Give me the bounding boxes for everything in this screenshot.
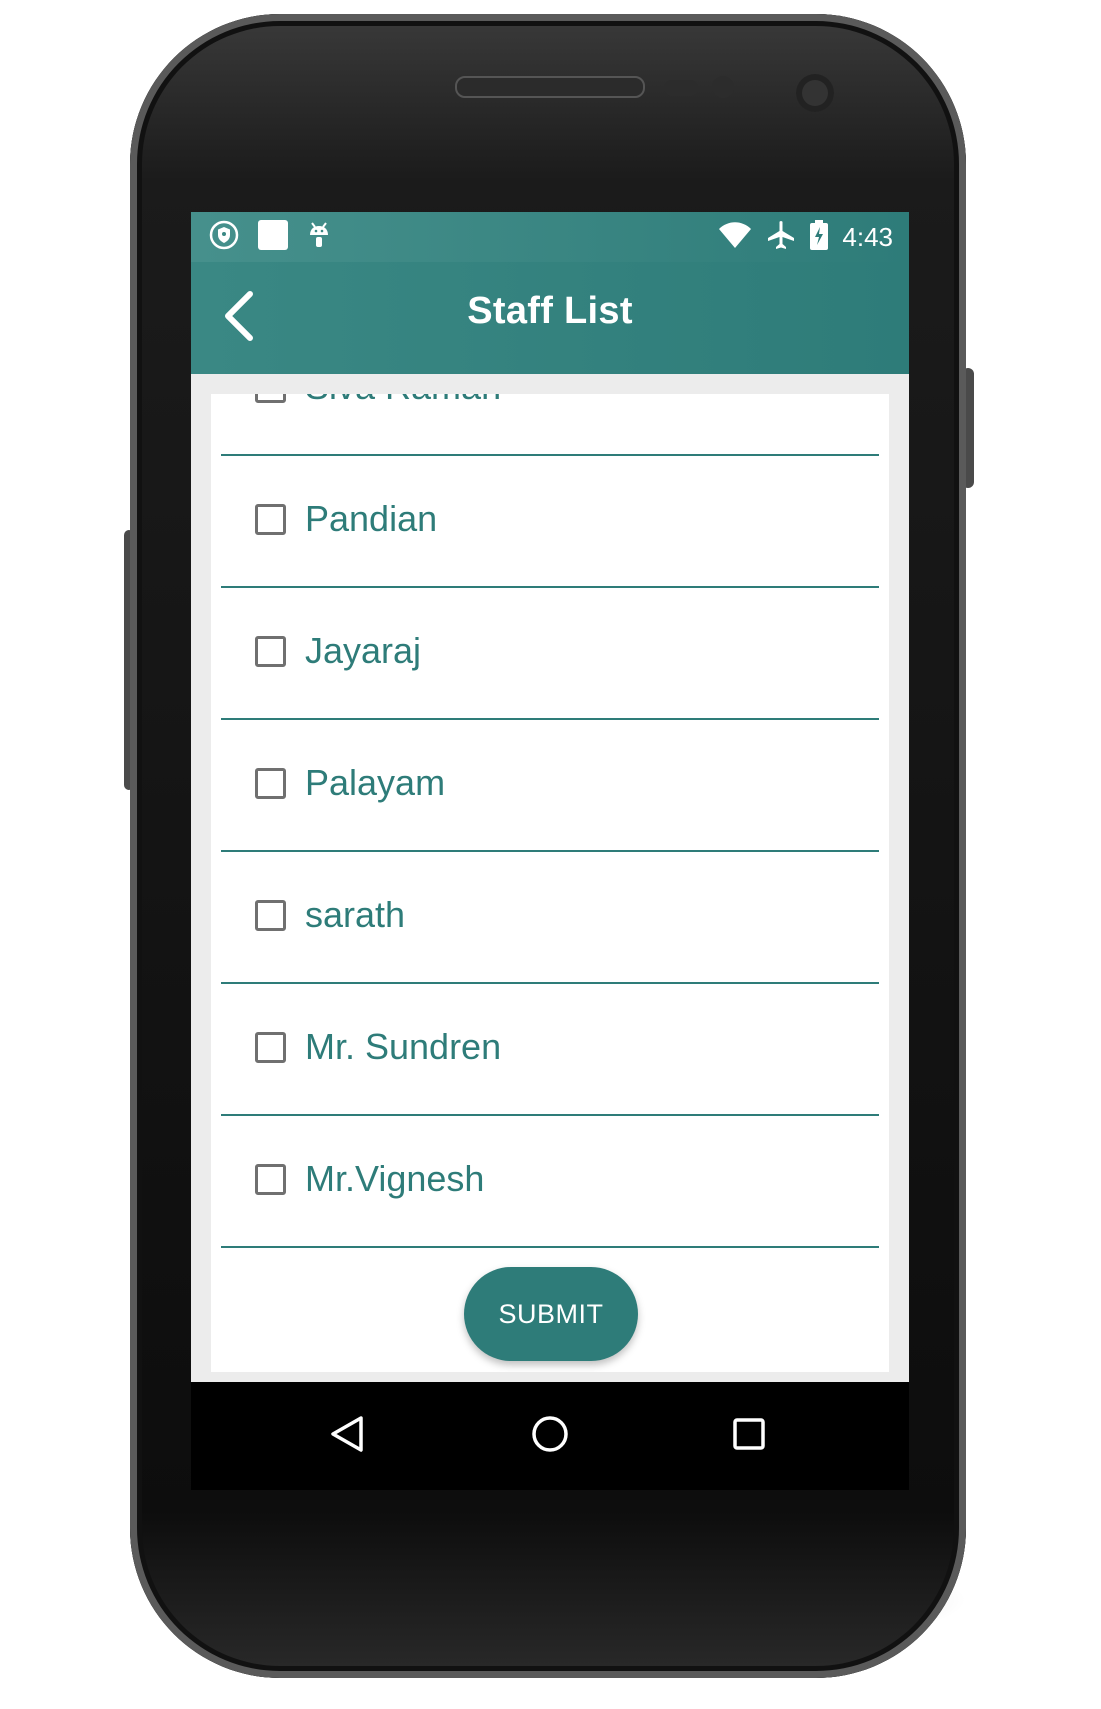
triangle-back-icon (329, 1414, 365, 1459)
light-sensor (712, 76, 734, 98)
status-time: 4:43 (842, 221, 893, 252)
staff-name: Pandian (305, 498, 438, 539)
submit-button[interactable]: SUBMIT (464, 1267, 638, 1361)
front-camera (796, 74, 834, 112)
staff-checkbox[interactable] (255, 504, 286, 535)
staff-checkbox[interactable] (255, 768, 286, 799)
wifi-icon (718, 221, 752, 254)
staff-name: Mr.Vignesh (305, 1158, 485, 1199)
proximity-sensor (664, 80, 698, 96)
staff-list-card: Siva Raman Pandian Jayaraj Palayam sarat… (211, 394, 889, 1372)
navigation-bar (191, 1382, 909, 1490)
staff-list-item[interactable]: Siva Raman (221, 394, 879, 456)
staff-checkbox[interactable] (255, 1032, 286, 1063)
square-notification-icon (257, 219, 289, 256)
staff-checkbox[interactable] (255, 900, 286, 931)
staff-name: Siva Raman (305, 394, 501, 408)
nav-back-button[interactable] (317, 1406, 377, 1466)
battery-charging-icon (810, 219, 829, 255)
staff-list: Siva Raman Pandian Jayaraj Palayam sarat… (211, 394, 889, 1248)
staff-name: Mr. Sundren (305, 1026, 502, 1067)
staff-checkbox[interactable] (255, 1164, 286, 1195)
nav-recents-button[interactable] (719, 1406, 779, 1466)
staff-name: Jayaraj (305, 630, 422, 671)
square-recents-icon (731, 1416, 767, 1457)
staff-name: sarath (305, 894, 406, 935)
airplane-icon (766, 220, 796, 255)
staff-name: Palayam (305, 762, 446, 803)
phone-screen: 4:43 Staff List Siva Raman Pandian (191, 212, 909, 1490)
earpiece-speaker (455, 76, 645, 98)
status-bar: 4:43 (191, 212, 909, 262)
content-area: Siva Raman Pandian Jayaraj Palayam sarat… (191, 374, 909, 1382)
shield-icon (209, 220, 239, 255)
android-icon (307, 219, 331, 256)
staff-checkbox[interactable] (255, 394, 286, 403)
staff-list-item[interactable]: Mr. Sundren (221, 984, 879, 1116)
nav-home-button[interactable] (520, 1406, 580, 1466)
app-bar: Staff List (191, 262, 909, 374)
staff-list-item[interactable]: Pandian (221, 456, 879, 588)
circle-home-icon (530, 1414, 570, 1459)
page-title: Staff List (467, 290, 633, 332)
staff-list-item[interactable]: Mr.Vignesh (221, 1116, 879, 1248)
staff-list-item[interactable]: Palayam (221, 720, 879, 852)
staff-checkbox[interactable] (255, 636, 286, 667)
staff-list-item[interactable]: sarath (221, 852, 879, 984)
staff-list-item[interactable]: Jayaraj (221, 588, 879, 720)
